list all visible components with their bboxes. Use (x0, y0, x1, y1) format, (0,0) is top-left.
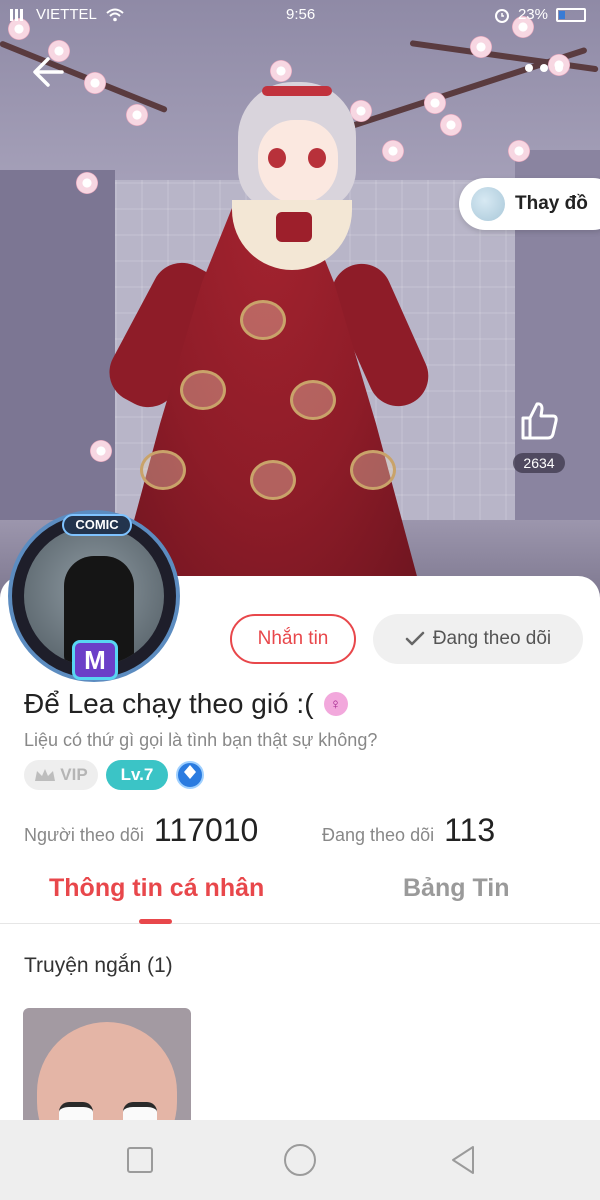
blossom (350, 100, 372, 122)
blossom (382, 140, 404, 162)
level-badge[interactable]: Lv.7 (106, 760, 168, 790)
more-dots-icon (525, 64, 563, 72)
character-headband (262, 86, 332, 96)
thumbs-up-icon (521, 402, 558, 440)
blossom (126, 104, 148, 126)
tab-news-feed[interactable]: Bảng Tin (403, 874, 509, 903)
vip-badge[interactable]: VIP (24, 760, 98, 790)
story-cover-eye (123, 1102, 157, 1120)
profile-name: Để Lea chạy theo gió :( (24, 688, 314, 719)
blossom (84, 72, 106, 94)
recent-apps-button[interactable] (127, 1147, 153, 1173)
home-button[interactable] (284, 1144, 316, 1176)
change-outfit-label: Thay đồ (515, 193, 588, 214)
tab-personal-info[interactable]: Thông tin cá nhân (49, 874, 264, 903)
checkmark-icon (405, 631, 425, 646)
character-eye (268, 148, 286, 168)
wifi-icon (106, 8, 124, 21)
system-navigation-bar (0, 1120, 600, 1200)
change-outfit-button[interactable]: Thay đồ (459, 178, 600, 230)
blossom-branch (0, 40, 169, 114)
arrow-left-icon (33, 57, 64, 87)
character-bow (276, 212, 312, 242)
avatar[interactable]: COMIC M (8, 510, 180, 682)
story-cover-image (37, 1022, 177, 1120)
character-eye (308, 148, 326, 168)
status-bar: VIETTEL 9:56 23% (0, 0, 600, 30)
alarm-icon (494, 8, 509, 23)
short-story-card[interactable] (23, 1008, 191, 1120)
gem-icon (184, 765, 196, 779)
like-button[interactable]: 2634 (506, 398, 572, 473)
badge-row: VIP Lv.7 (24, 760, 204, 790)
profile-tabs: Thông tin cá nhân Bảng Tin (0, 862, 600, 924)
vip-label: VIP (60, 765, 88, 784)
active-tab-indicator (139, 919, 172, 924)
avatar-frame-tag: COMIC (62, 514, 132, 536)
blossom (270, 60, 292, 82)
back-button[interactable] (28, 52, 68, 92)
blossom (470, 36, 492, 58)
triangle-back-icon (452, 1146, 474, 1174)
outfit-thumbnail (471, 187, 505, 221)
system-back-button[interactable] (448, 1144, 478, 1174)
following-stat[interactable]: Đang theo dõi 113 (322, 812, 495, 849)
short-stories-heading: Truyện ngắn (1) (24, 954, 173, 977)
story-cover-eye (59, 1102, 93, 1120)
profile-bio: Liệu có thứ gì gọi là tình bạn thật sự k… (24, 730, 378, 750)
dress-rose-pattern (290, 380, 336, 420)
avatar-frame-badge: M (72, 640, 118, 680)
following-label: Đang theo dõi (322, 825, 435, 845)
blossom (90, 440, 112, 462)
dress-rose-pattern (350, 450, 396, 490)
blossom (508, 140, 530, 162)
carrier-name: VIETTEL (36, 6, 97, 23)
profile-name-row: Để Lea chạy theo gió :( ♀ (24, 688, 348, 720)
following-button-label: Đang theo dõi (432, 628, 552, 649)
dress-rose-pattern (140, 450, 186, 490)
dress-rose-pattern (250, 460, 296, 500)
followers-label: Người theo dõi (24, 825, 144, 845)
female-gender-icon: ♀ (323, 692, 348, 716)
followers-stat[interactable]: Người theo dõi 117010 (24, 812, 258, 849)
blossom (440, 114, 462, 136)
crown-icon (35, 769, 56, 781)
dress-rose-pattern (180, 370, 226, 410)
status-time: 9:56 (286, 6, 316, 23)
diamond-badge-icon[interactable] (176, 761, 204, 789)
signal-icon (10, 8, 28, 21)
message-button[interactable]: Nhắn tin (230, 614, 356, 664)
battery-icon (556, 7, 586, 22)
blossom (76, 172, 98, 194)
battery-percent: 23% (517, 6, 548, 23)
more-options-button[interactable] (516, 54, 572, 90)
following-button[interactable]: Đang theo dõi (373, 614, 583, 664)
following-count: 113 (444, 812, 496, 848)
like-count: 2634 (513, 453, 565, 473)
dress-rose-pattern (240, 300, 286, 340)
followers-count: 117010 (153, 812, 259, 848)
follow-stats: Người theo dõi 117010 Đang theo dõi 113 (24, 812, 584, 852)
blossom (424, 92, 446, 114)
